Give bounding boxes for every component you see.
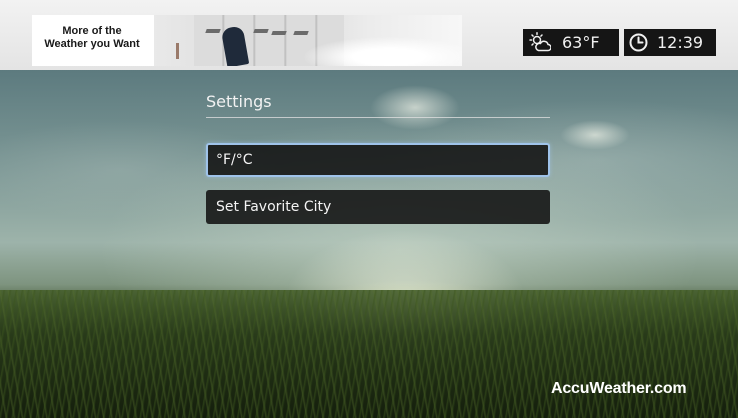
sky-cloud	[370, 85, 460, 130]
ad-hook	[176, 43, 179, 59]
sun-cloud-icon	[529, 32, 551, 52]
ad-image	[154, 15, 462, 66]
clock-icon	[629, 33, 648, 52]
ad-slat	[271, 31, 287, 35]
top-bar: More of the Weather you Want 63°F 12:39	[0, 0, 738, 70]
current-weather-indicator: 63°F	[523, 29, 619, 56]
clock-indicator: 12:39	[624, 29, 716, 56]
app-screen: More of the Weather you Want 63°F 12:39 …	[0, 0, 738, 418]
ad-text-line2: Weather you Want	[44, 38, 140, 50]
time-value: 12:39	[657, 33, 704, 52]
settings-divider	[206, 117, 550, 118]
ad-slat	[205, 29, 221, 33]
grass-field	[0, 290, 738, 418]
sky-cloud	[560, 120, 630, 150]
ad-text: More of the Weather you Want	[32, 25, 152, 51]
accuweather-logo: AccuWeather.com	[551, 380, 687, 397]
settings-title: Settings	[206, 92, 272, 111]
menu-item-temperature-unit[interactable]: °F/°C	[206, 143, 550, 177]
menu-item-set-favorite-city[interactable]: Set Favorite City	[206, 190, 550, 224]
temperature-value: 63°F	[562, 33, 600, 52]
ad-text-line1: More of the	[62, 25, 122, 37]
ad-slat	[253, 29, 269, 33]
ad-banner[interactable]: More of the Weather you Want	[32, 15, 462, 66]
ad-slat	[293, 31, 309, 35]
